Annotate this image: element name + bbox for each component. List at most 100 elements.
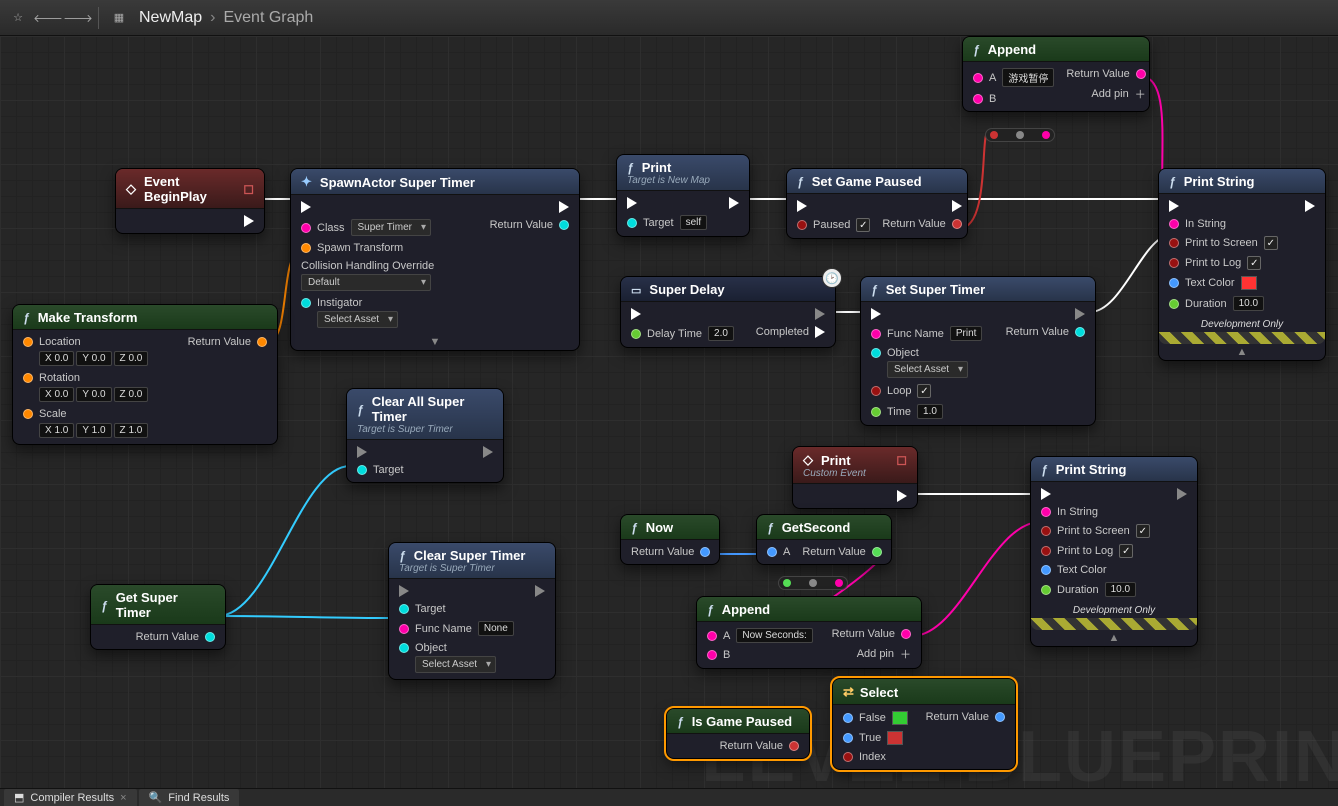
graph-icon[interactable]: ▦ xyxy=(109,8,129,28)
exec-output-pin[interactable] xyxy=(952,200,962,212)
exec-output-pin[interactable] xyxy=(1177,488,1187,500)
exec-input-pin[interactable] xyxy=(301,201,311,213)
breadcrumb-level[interactable]: NewMap xyxy=(139,9,202,27)
expand-arrow-icon[interactable]: ▼ xyxy=(291,334,579,350)
graph-canvas[interactable]: LEVEL BLUEPRIN Event BeginPlay◻ SpawnAct… xyxy=(0,36,1338,788)
return-pin[interactable] xyxy=(1136,69,1146,79)
node-set-game-paused[interactable]: Set Game Paused Paused Return Value xyxy=(786,168,968,239)
print-screen-checkbox[interactable] xyxy=(1264,236,1278,250)
delay-input[interactable]: 2.0 xyxy=(708,326,734,341)
return-pin[interactable] xyxy=(872,547,882,557)
return-pin[interactable] xyxy=(700,547,710,557)
true-color[interactable] xyxy=(887,731,903,745)
return-pin[interactable] xyxy=(205,632,215,642)
node-print-fn[interactable]: PrintTarget is New Map Targetself xyxy=(616,154,750,237)
exec-input-pin[interactable] xyxy=(871,308,881,320)
exec-input-pin[interactable] xyxy=(1169,200,1179,212)
print-log-checkbox[interactable] xyxy=(1119,544,1133,558)
node-event-beginplay[interactable]: Event BeginPlay◻ xyxy=(115,168,265,234)
collapse-arrow-icon[interactable]: ▲ xyxy=(1159,344,1325,360)
exec-output-pin[interactable] xyxy=(535,585,545,597)
node-get-super-timer[interactable]: Get Super Timer Return Value xyxy=(90,584,226,650)
a-input[interactable]: Now Seconds: xyxy=(736,628,812,643)
b-pin[interactable] xyxy=(973,94,983,104)
back-icon[interactable]: 🡐 xyxy=(38,8,58,28)
print-screen-checkbox[interactable] xyxy=(1136,524,1150,538)
instring-pin[interactable] xyxy=(1169,219,1179,229)
tab-find-results[interactable]: 🔍Find Results xyxy=(139,789,240,806)
node-print-string-2[interactable]: Print String In String Print to Screen P… xyxy=(1030,456,1198,647)
paused-pin[interactable] xyxy=(797,220,807,230)
exec-output-pin[interactable] xyxy=(244,215,254,227)
return-pin[interactable] xyxy=(559,220,569,230)
exec-input-pin[interactable] xyxy=(357,446,367,458)
exec-input-pin[interactable] xyxy=(631,308,641,320)
instigator-dropdown[interactable]: Select Asset xyxy=(317,311,398,328)
a-pin[interactable] xyxy=(767,547,777,557)
node-spawnactor[interactable]: SpawnActor Super Timer ClassSuper Timer … xyxy=(290,168,580,351)
return-pin[interactable] xyxy=(995,712,1005,722)
node-super-delay[interactable]: Super Delay Delay Time2.0 Completed xyxy=(620,276,836,348)
node-select[interactable]: ⇄Select False True Index Return Value xyxy=(832,678,1016,770)
exec-input-pin[interactable] xyxy=(1041,488,1051,500)
collision-dropdown[interactable]: Default xyxy=(301,274,431,291)
instring-pin[interactable] xyxy=(1041,507,1051,517)
false-color[interactable] xyxy=(892,711,908,725)
duration-input[interactable]: 10.0 xyxy=(1105,582,1136,597)
exec-input-pin[interactable] xyxy=(399,585,409,597)
a-pin[interactable] xyxy=(973,73,983,83)
exec-output-pin[interactable] xyxy=(1305,200,1315,212)
time-input[interactable]: 1.0 xyxy=(917,404,943,419)
completed-pin[interactable] xyxy=(815,326,825,338)
location-pin[interactable] xyxy=(23,337,33,347)
return-pin[interactable] xyxy=(901,629,911,639)
object-dropdown[interactable]: Select Asset xyxy=(887,361,968,378)
node-clear-super[interactable]: Clear Super TimerTarget is Super Timer T… xyxy=(388,542,556,680)
reroute-node[interactable] xyxy=(778,576,848,590)
return-pin[interactable] xyxy=(952,219,962,229)
exec-input-pin[interactable] xyxy=(627,197,637,209)
tab-compiler-results[interactable]: ⬒Compiler Results× xyxy=(4,789,137,806)
reroute-node[interactable] xyxy=(985,128,1055,142)
exec-output-pin[interactable] xyxy=(559,201,569,213)
forward-icon[interactable]: 🡒 xyxy=(68,8,88,28)
exec-output-pin[interactable] xyxy=(815,308,825,320)
node-clear-all[interactable]: Clear All Super TimerTarget is Super Tim… xyxy=(346,388,504,483)
class-pin[interactable] xyxy=(301,223,311,233)
target-pin[interactable] xyxy=(357,465,367,475)
star-icon[interactable]: ☆ xyxy=(8,8,28,28)
a-input[interactable]: 游戏暂停 xyxy=(1002,68,1054,87)
loop-checkbox[interactable] xyxy=(917,384,931,398)
funcname-input[interactable]: Print xyxy=(950,326,983,341)
duration-input[interactable]: 10.0 xyxy=(1233,296,1264,311)
node-print-string-1[interactable]: Print String In String Print to Screen P… xyxy=(1158,168,1326,361)
a-pin[interactable] xyxy=(707,631,717,641)
target-pin[interactable] xyxy=(399,604,409,614)
node-get-second[interactable]: GetSecond A Return Value xyxy=(756,514,892,565)
collapse-arrow-icon[interactable]: ▲ xyxy=(1031,630,1197,646)
add-pin-icon[interactable]: ＋ xyxy=(900,646,911,662)
node-set-super-timer[interactable]: Set Super Timer Func NamePrint Object Se… xyxy=(860,276,1096,426)
node-print-event[interactable]: Print◻Custom Event xyxy=(792,446,918,509)
breadcrumb-graph[interactable]: Event Graph xyxy=(223,9,313,27)
node-append-mid[interactable]: Append ANow Seconds: B Return Value Add … xyxy=(696,596,922,669)
target-pin[interactable] xyxy=(627,218,637,228)
print-log-checkbox[interactable] xyxy=(1247,256,1261,270)
object-dropdown[interactable]: Select Asset xyxy=(415,656,496,673)
instigator-pin[interactable] xyxy=(301,298,311,308)
b-pin[interactable] xyxy=(707,650,717,660)
add-pin-icon[interactable]: ＋ xyxy=(1135,86,1146,102)
transform-pin[interactable] xyxy=(301,243,311,253)
paused-checkbox[interactable] xyxy=(856,218,870,232)
return-pin[interactable] xyxy=(257,337,267,347)
close-icon[interactable]: × xyxy=(120,792,126,804)
node-now[interactable]: Now Return Value xyxy=(620,514,720,565)
exec-output-pin[interactable] xyxy=(729,197,739,209)
node-append-top[interactable]: Append A游戏暂停 B Return Value Add pin＋ xyxy=(962,36,1150,112)
text-color-swatch[interactable] xyxy=(1241,276,1257,290)
rotation-pin[interactable] xyxy=(23,373,33,383)
exec-output-pin[interactable] xyxy=(1075,308,1085,320)
return-pin[interactable] xyxy=(789,741,799,751)
class-dropdown[interactable]: Super Timer xyxy=(351,219,431,236)
exec-output-pin[interactable] xyxy=(483,446,493,458)
